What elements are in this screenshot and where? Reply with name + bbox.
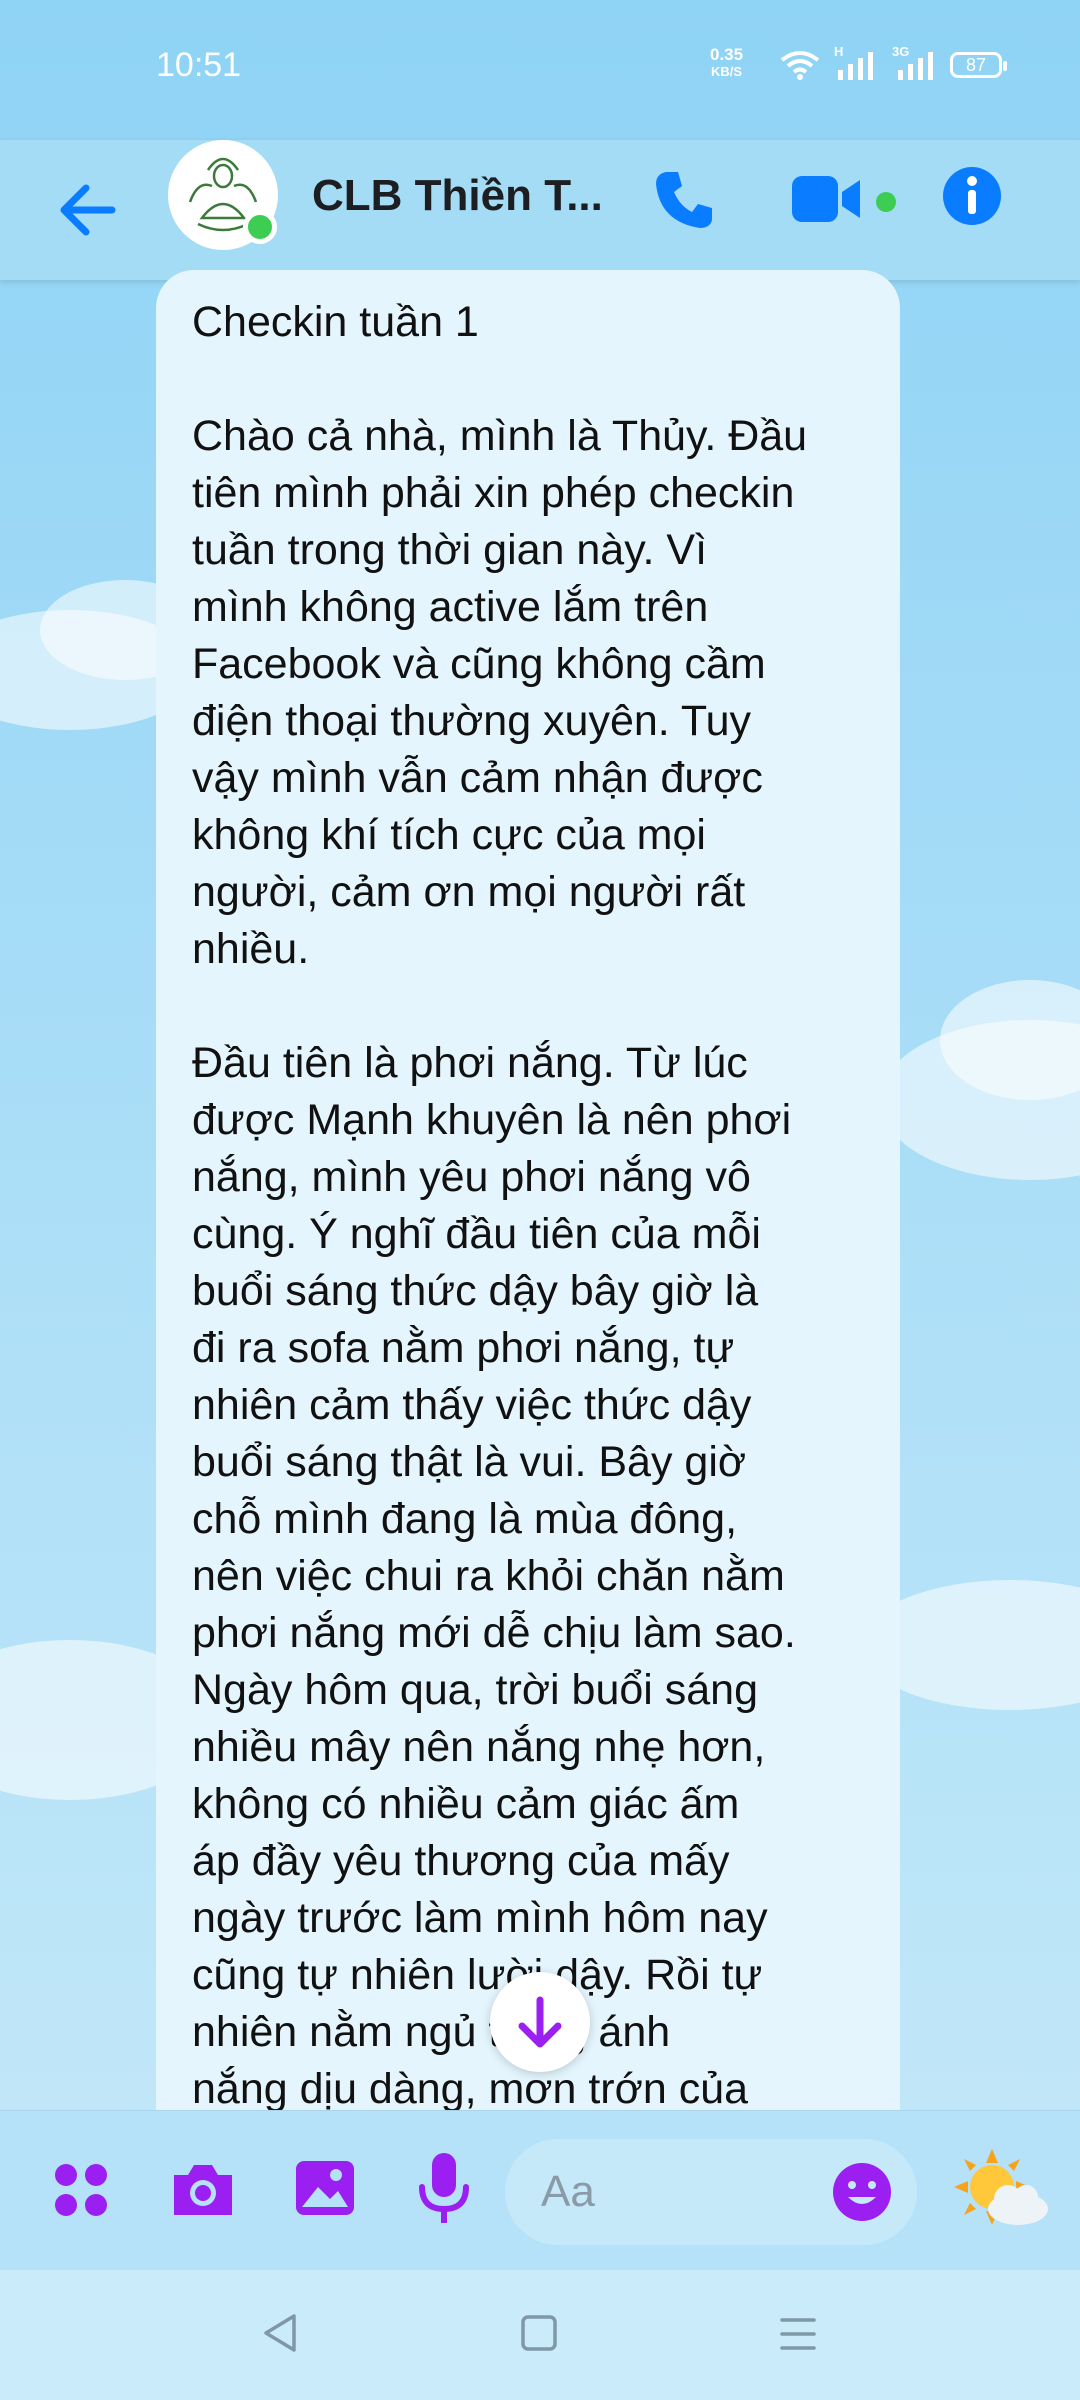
arrow-down-icon <box>518 1996 562 2048</box>
wifi-icon <box>780 51 820 80</box>
gallery-icon[interactable] <box>292 2155 358 2221</box>
network-speed-unit: KB/S <box>711 64 743 79</box>
online-status-dot <box>243 210 277 244</box>
back-triangle-icon[interactable] <box>258 2310 304 2356</box>
info-icon[interactable] <box>940 164 1004 228</box>
chat-title[interactable]: CLB Thiền T... <box>312 168 612 224</box>
message-input[interactable]: Aa <box>505 2139 917 2245</box>
message-input-placeholder: Aa <box>541 2167 595 2216</box>
video-call-icon[interactable] <box>790 170 870 230</box>
status-icons: H 3G 87 <box>780 44 1007 80</box>
scroll-to-bottom-button[interactable] <box>490 1972 590 2072</box>
camera-icon[interactable] <box>168 2159 238 2219</box>
battery-icon: 87 <box>950 52 1007 78</box>
active-call-dot <box>876 192 896 212</box>
apps-icon[interactable] <box>52 2161 112 2221</box>
back-arrow-icon[interactable] <box>50 170 130 250</box>
message-bubble[interactable]: Checkin tuần 1 Chào cả nhà, mình là Thủy… <box>156 270 900 2110</box>
home-square-icon[interactable] <box>518 2312 560 2354</box>
system-navigation-bar <box>0 2270 1080 2400</box>
menu-lines-icon[interactable] <box>778 2314 818 2354</box>
message-composer: Aa <box>0 2110 1080 2271</box>
clock: 10:51 <box>156 46 242 84</box>
network-speed-value: 0.35 <box>710 45 744 64</box>
signal-3g: 3G <box>892 44 936 80</box>
phone-call-icon[interactable] <box>650 164 720 234</box>
microphone-icon[interactable] <box>414 2151 474 2227</box>
signal-h-label: H <box>834 44 844 59</box>
weather-sticker-icon[interactable] <box>952 2147 1052 2237</box>
signal-h: H <box>834 44 878 80</box>
emoji-icon[interactable] <box>831 2161 893 2223</box>
status-bar: 10:51 0.35 KB/S H 3G 87 <box>0 0 1080 140</box>
signal-3g-label: 3G <box>892 44 910 59</box>
network-speed: 0.35 KB/S <box>710 46 743 80</box>
chat-header: CLB Thiền T... <box>0 140 1080 280</box>
message-text: Checkin tuần 1 Chào cả nhà, mình là Thủy… <box>192 298 808 2110</box>
